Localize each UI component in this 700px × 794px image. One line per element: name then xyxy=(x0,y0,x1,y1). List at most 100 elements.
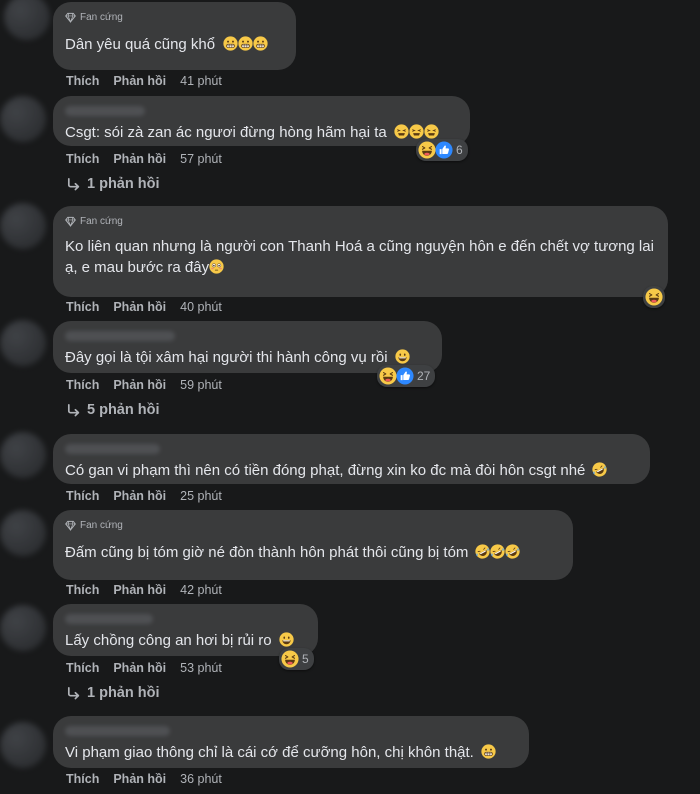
comment-time[interactable]: 57 phút xyxy=(180,152,222,166)
avatar[interactable] xyxy=(0,510,46,556)
comment-actions: Thích Phản hồi 25 phút xyxy=(66,489,222,503)
comment-text: Có gan vi phạm thì nên có tiền đóng phạt… xyxy=(65,460,638,481)
blurred-author-name[interactable] xyxy=(65,106,145,116)
view-replies-link[interactable]: 5 phản hồi xyxy=(66,402,160,418)
fan-badge-label: Fan cứng xyxy=(80,11,123,23)
reaction-count: 5 xyxy=(302,652,309,666)
comment-actions: Thích Phản hồi 41 phút xyxy=(66,74,222,88)
comment-actions: Thích Phản hồi 53 phút xyxy=(66,661,222,675)
comment-actions: Thích Phản hồi 59 phút xyxy=(66,378,222,392)
avatar[interactable] xyxy=(0,203,46,249)
view-replies-label[interactable]: 1 phản hồi xyxy=(87,685,160,701)
rofl-emoji-icon xyxy=(505,544,520,559)
reply-link[interactable]: Phản hồi xyxy=(113,772,166,786)
reaction-count: 6 xyxy=(456,143,463,157)
grin-emoji-icon xyxy=(279,632,294,647)
tired-emoji-icon xyxy=(409,124,424,139)
comment-actions: Thích Phản hồi 40 phút xyxy=(66,300,222,314)
comment-bubble: Fan cứng Đấm cũng bị tóm giờ né đòn thàn… xyxy=(53,510,573,580)
reaction-summary[interactable]: 6 xyxy=(416,139,468,161)
grimace-emoji-icon xyxy=(481,744,496,759)
avatar[interactable] xyxy=(0,605,46,651)
avatar[interactable] xyxy=(0,722,46,768)
rofl-emoji-icon xyxy=(490,544,505,559)
reply-arrow-icon xyxy=(66,177,81,192)
reply-link[interactable]: Phản hồi xyxy=(113,152,166,166)
like-reaction-icon xyxy=(435,141,453,159)
view-replies-link[interactable]: 1 phản hồi xyxy=(66,685,160,701)
comment-text: Đây gọi là tội xâm hại người thi hành cô… xyxy=(65,347,430,368)
like-link[interactable]: Thích xyxy=(66,378,99,392)
like-link[interactable]: Thích xyxy=(66,661,99,675)
grimace-emoji-icon xyxy=(238,36,253,51)
comment-time[interactable]: 40 phút xyxy=(180,300,222,314)
comment-time[interactable]: 42 phút xyxy=(180,583,222,597)
flushed-emoji-icon xyxy=(209,259,224,274)
reaction-summary[interactable]: 5 xyxy=(279,648,314,670)
blurred-author-name[interactable] xyxy=(65,331,175,341)
view-replies-link[interactable]: 1 phản hồi xyxy=(66,176,160,192)
diamond-icon xyxy=(65,12,76,23)
comment-actions: Thích Phản hồi 42 phút xyxy=(66,583,222,597)
comment-text: Đấm cũng bị tóm giờ né đòn thành hôn phá… xyxy=(65,542,561,563)
comment-bubble: Vi phạm giao thông chỉ là cái cớ để cưỡn… xyxy=(53,716,529,768)
blurred-author-name[interactable] xyxy=(65,726,170,736)
tired-emoji-icon xyxy=(394,124,409,139)
rofl-emoji-icon xyxy=(592,462,607,477)
comment-bubble: Csgt: sói zà zan ác ngươi đừng hòng hãm … xyxy=(53,96,470,146)
fan-badge-label: Fan cứng xyxy=(80,519,123,531)
comment-text: Csgt: sói zà zan ác ngươi đừng hòng hãm … xyxy=(65,122,458,143)
like-link[interactable]: Thích xyxy=(66,152,99,166)
comment-text: Lấy chồng công an hơi bị rủi ro xyxy=(65,630,306,651)
blurred-author-name[interactable] xyxy=(65,444,160,454)
like-link[interactable]: Thích xyxy=(66,583,99,597)
avatar[interactable] xyxy=(0,432,46,478)
comment-time[interactable]: 25 phút xyxy=(180,489,222,503)
reply-link[interactable]: Phản hồi xyxy=(113,74,166,88)
avatar[interactable] xyxy=(0,96,46,142)
like-link[interactable]: Thích xyxy=(66,489,99,503)
view-replies-label[interactable]: 5 phản hồi xyxy=(87,402,160,418)
haha-reaction-icon xyxy=(418,141,436,159)
reply-link[interactable]: Phản hồi xyxy=(113,300,166,314)
rofl-emoji-icon xyxy=(475,544,490,559)
haha-reaction-icon xyxy=(645,288,663,306)
fan-badge: Fan cứng xyxy=(65,214,656,228)
like-link[interactable]: Thích xyxy=(66,300,99,314)
comment-bubble: Fan cứng Dân yêu quá cũng khổ xyxy=(53,2,296,70)
avatar[interactable] xyxy=(0,320,46,366)
comment-time[interactable]: 41 phút xyxy=(180,74,222,88)
comment-bubble: Fan cứng Ko liên quan nhưng là người con… xyxy=(53,206,668,297)
haha-reaction-icon xyxy=(281,650,299,668)
reply-arrow-icon xyxy=(66,686,81,701)
comment-text: Ko liên quan nhưng là người con Thanh Ho… xyxy=(65,238,654,276)
comment-bubble: Có gan vi phạm thì nên có tiền đóng phạt… xyxy=(53,434,650,484)
comment-text: Dân yêu quá cũng khổ xyxy=(65,34,284,55)
like-link[interactable]: Thích xyxy=(66,74,99,88)
reaction-summary[interactable] xyxy=(643,286,665,308)
blurred-author-name[interactable] xyxy=(65,614,153,624)
comment-bubble: Lấy chồng công an hơi bị rủi ro xyxy=(53,604,318,656)
comment-time[interactable]: 36 phút xyxy=(180,772,222,786)
tired-emoji-icon xyxy=(424,124,439,139)
reaction-count: 27 xyxy=(417,369,431,383)
comment-time[interactable]: 59 phút xyxy=(180,378,222,392)
reply-link[interactable]: Phản hồi xyxy=(113,661,166,675)
haha-reaction-icon xyxy=(379,367,397,385)
comment-time[interactable]: 53 phút xyxy=(180,661,222,675)
like-link[interactable]: Thích xyxy=(66,772,99,786)
fan-badge: Fan cứng xyxy=(65,10,284,24)
reply-link[interactable]: Phản hồi xyxy=(113,378,166,392)
fan-badge-label: Fan cứng xyxy=(80,215,123,227)
reaction-summary[interactable]: 27 xyxy=(377,365,436,387)
view-replies-label[interactable]: 1 phản hồi xyxy=(87,176,160,192)
avatar[interactable] xyxy=(4,0,50,40)
comment-text: Vi phạm giao thông chỉ là cái cớ để cưỡn… xyxy=(65,742,517,763)
reply-link[interactable]: Phản hồi xyxy=(113,583,166,597)
reply-link[interactable]: Phản hồi xyxy=(113,489,166,503)
grimace-emoji-icon xyxy=(253,36,268,51)
fan-badge: Fan cứng xyxy=(65,518,561,532)
grin-emoji-icon xyxy=(395,349,410,364)
grimace-emoji-icon xyxy=(223,36,238,51)
reply-arrow-icon xyxy=(66,403,81,418)
